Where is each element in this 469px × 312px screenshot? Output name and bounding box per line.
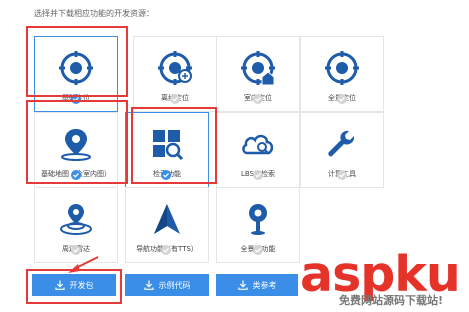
check-icon xyxy=(339,96,345,102)
full-location-icon xyxy=(325,51,359,85)
indoor-location-icon xyxy=(241,51,275,85)
download-icon xyxy=(54,280,65,290)
tile-checkbox[interactable] xyxy=(253,245,263,255)
check-icon xyxy=(339,172,345,178)
tile-checkbox[interactable] xyxy=(170,94,180,104)
download-icon xyxy=(143,280,154,290)
cloud-search-icon xyxy=(242,134,274,155)
navigation-icon xyxy=(154,204,180,234)
watermark-tagline: 免费网站源码下载站! xyxy=(339,294,444,307)
sdk-download-page: 选择并下载相应功能的开发资源： 基础定位 离线定位 xyxy=(0,0,469,312)
check-icon xyxy=(255,172,261,178)
button-label: 示例代码 xyxy=(158,280,191,290)
button-label: 开发包 xyxy=(69,280,94,290)
highlight-box-basic-location xyxy=(26,26,128,97)
button-label: 类参考 xyxy=(252,280,277,290)
panorama-icon xyxy=(249,204,267,235)
highlight-box-basic-map xyxy=(26,100,128,184)
check-icon xyxy=(172,96,178,102)
tile-checkbox[interactable] xyxy=(71,245,81,255)
download-sample-code-button[interactable]: 示例代码 xyxy=(125,274,209,296)
radar-pin-icon xyxy=(60,204,92,235)
arrow-icon xyxy=(68,256,99,273)
highlight-box-search xyxy=(131,107,217,184)
download-class-reference-button[interactable]: 类参考 xyxy=(216,274,298,296)
wrench-icon xyxy=(328,130,355,157)
check-icon xyxy=(73,247,79,253)
check-icon xyxy=(255,96,261,102)
download-dev-package-button[interactable]: 开发包 xyxy=(32,274,116,296)
instruction-text: 选择并下载相应功能的开发资源： xyxy=(34,9,154,18)
download-icon xyxy=(237,280,248,290)
check-icon xyxy=(163,247,169,253)
tile-checkbox[interactable] xyxy=(161,245,171,255)
offline-location-icon xyxy=(158,51,192,85)
check-icon xyxy=(255,247,261,253)
tile-checkbox[interactable] xyxy=(253,94,263,104)
tile-checkbox[interactable] xyxy=(253,170,263,180)
tile-checkbox[interactable] xyxy=(337,94,347,104)
tile-checkbox[interactable] xyxy=(337,170,347,180)
